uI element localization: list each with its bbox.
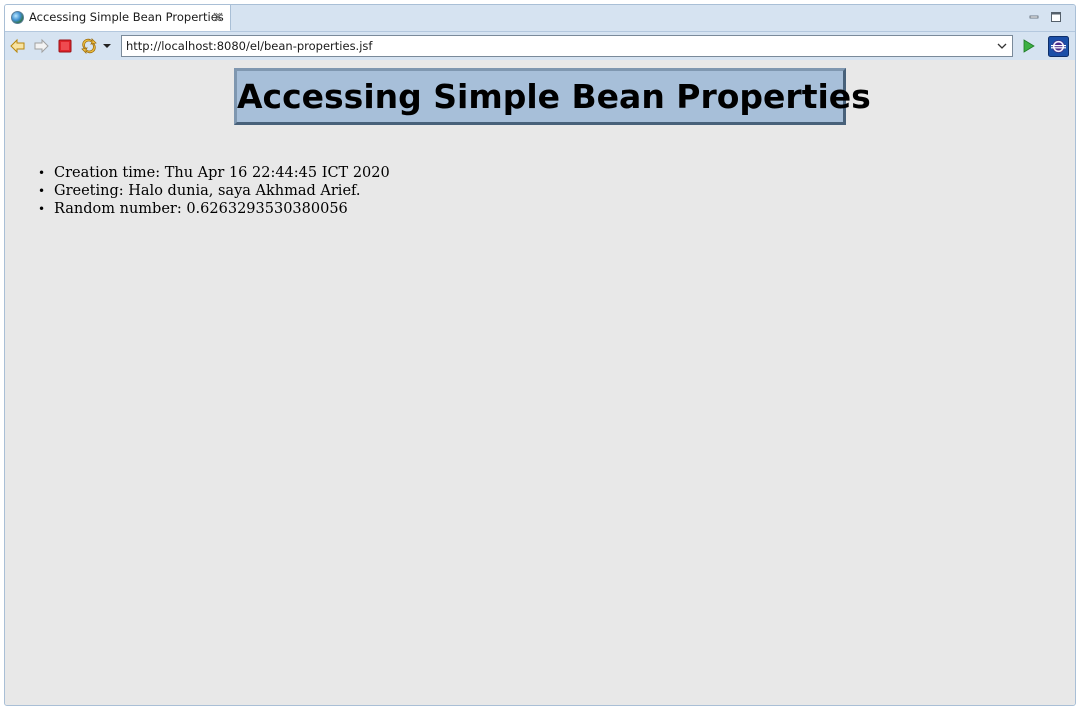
page-title: Accessing Simple Bean Properties — [237, 77, 871, 116]
greeting-label: Greeting: — [54, 183, 124, 199]
list-item: • Greeting: Halo dunia, saya Akhmad Arief… — [38, 182, 390, 200]
browser-toolbar — [5, 32, 1075, 60]
random-number-value: 0.6263293530380056 — [186, 201, 348, 217]
browser-window: Accessing Simple Bean Properties http://… — [4, 4, 1076, 706]
url-input[interactable] — [126, 37, 986, 55]
globe-icon — [11, 11, 24, 24]
greeting-value: Halo dunia, saya Akhmad Arief. — [128, 183, 361, 199]
close-icon[interactable] — [212, 11, 224, 23]
bullet-icon: • — [38, 166, 46, 180]
bullet-icon: • — [38, 184, 46, 198]
random-number-label: Random number: — [54, 201, 182, 217]
stop-icon[interactable] — [56, 37, 74, 55]
list-item: • Creation time: Thu Apr 16 22:44:45 ICT … — [38, 164, 390, 182]
bullet-icon: • — [38, 202, 46, 216]
tab-bar: Accessing Simple Bean Properties — [5, 5, 1075, 32]
bean-property-list: • Creation time: Thu Apr 16 22:44:45 ICT … — [38, 164, 390, 218]
eclipse-browser-icon[interactable] — [1048, 36, 1069, 57]
creation-time-value: Thu Apr 16 22:44:45 ICT 2020 — [164, 165, 390, 181]
chevron-down-icon[interactable] — [100, 37, 114, 55]
go-play-icon[interactable] — [1019, 37, 1037, 55]
page-content: Accessing Simple Bean Properties • Creati… — [5, 60, 1075, 705]
minimize-icon[interactable] — [1027, 10, 1041, 24]
browser-tab[interactable]: Accessing Simple Bean Properties — [5, 5, 231, 31]
address-bar[interactable] — [121, 35, 1013, 57]
back-arrow-icon[interactable] — [9, 37, 27, 55]
tab-title: Accessing Simple Bean Properties — [29, 10, 224, 24]
maximize-icon[interactable] — [1049, 10, 1063, 24]
creation-time-label: Creation time: — [54, 165, 161, 181]
list-item: • Random number: 0.6263293530380056 — [38, 200, 390, 218]
url-dropdown-icon[interactable] — [995, 39, 1009, 53]
page-title-box: Accessing Simple Bean Properties — [234, 68, 871, 125]
forward-arrow-icon[interactable] — [32, 37, 50, 55]
refresh-icon[interactable] — [80, 37, 98, 55]
